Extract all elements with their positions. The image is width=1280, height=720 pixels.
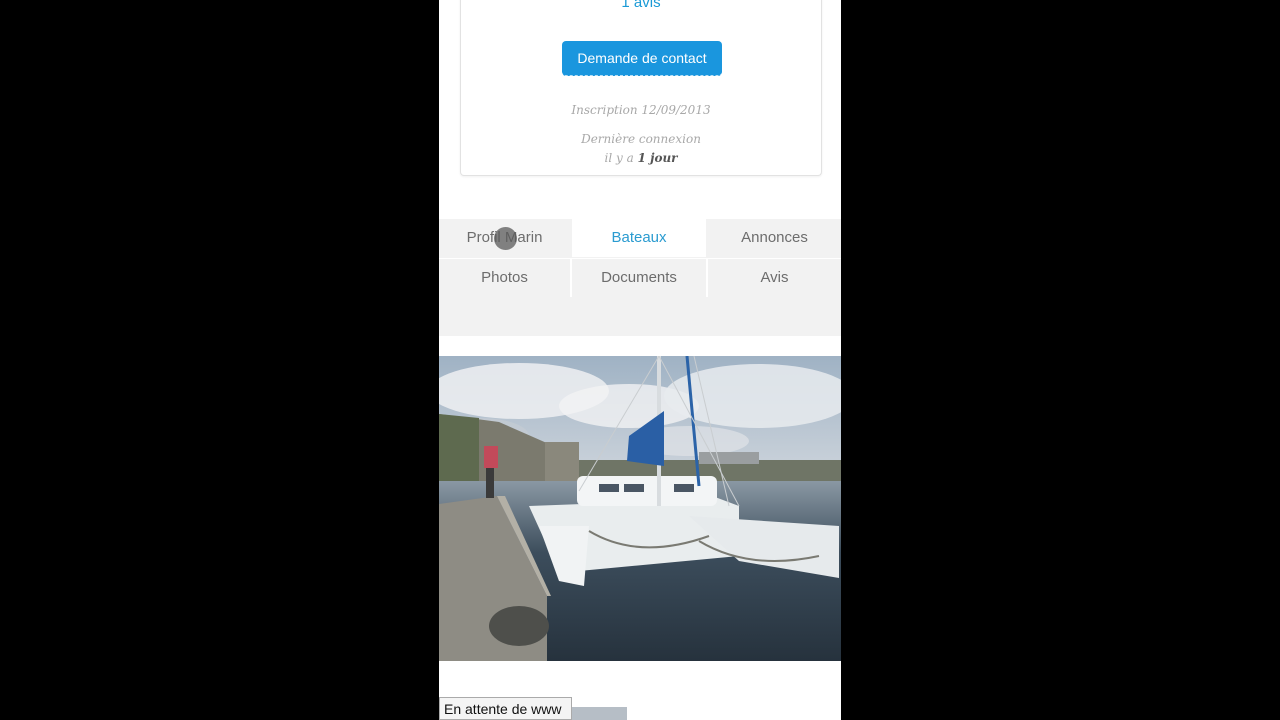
status-bar-extension [572,707,627,720]
last-login-duration: 1 jour [637,151,678,165]
reviews-link[interactable]: 1 avis [461,0,821,11]
tab-divider [570,259,572,297]
tab-divider [706,259,708,297]
last-login-label: Dernière connexion [581,132,701,146]
boat-photo[interactable] [439,356,841,661]
loading-status-bar: En attente de www [439,697,572,720]
mobile-viewport: 1 avis Demande de contact Inscription 12… [439,0,841,720]
tab-row-divider [439,258,841,259]
profile-card: 1 avis Demande de contact Inscription 12… [460,0,822,176]
tab-bateaux[interactable]: Bateaux [572,219,706,257]
tab-photos[interactable]: Photos [439,259,570,297]
touch-indicator [494,227,517,250]
last-login-prefix: il y a [604,151,634,165]
profile-tabs: Profil Marin Bateaux Annonces Photos Doc… [439,219,841,336]
registration-date: Inscription 12/09/2013 [571,103,711,117]
tab-annonces[interactable]: Annonces [708,219,841,257]
last-login-value: il y a 1 jour [461,151,821,165]
tab-documents[interactable]: Documents [572,259,706,297]
tab-avis[interactable]: Avis [708,259,841,297]
contact-request-button[interactable]: Demande de contact [562,41,722,76]
